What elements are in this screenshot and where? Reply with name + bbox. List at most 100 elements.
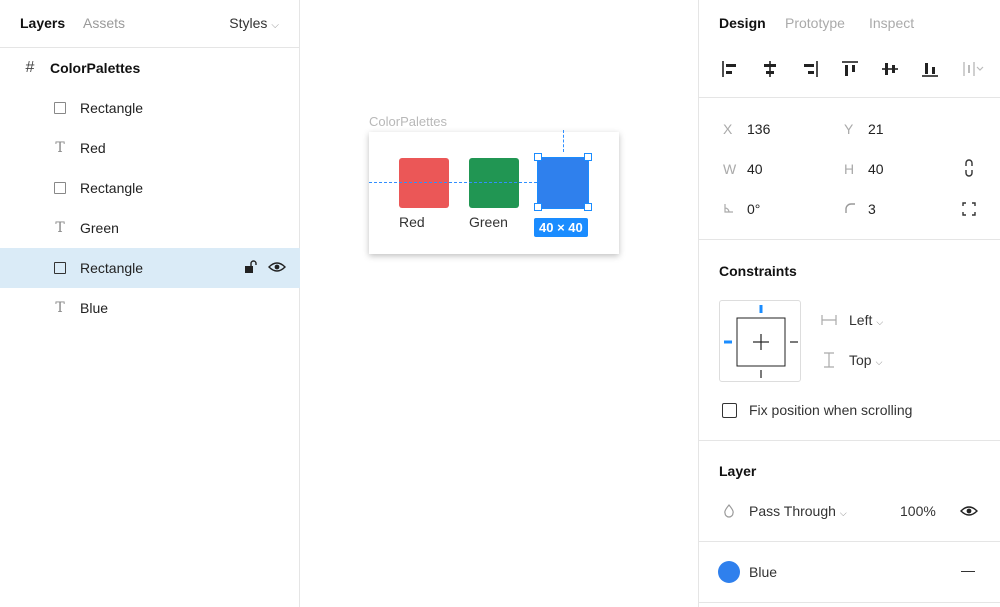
- tab-design[interactable]: Design: [719, 15, 766, 31]
- resize-handle-tl[interactable]: [534, 153, 542, 161]
- horizontal-guide: [369, 182, 537, 183]
- layer-label: Blue: [80, 300, 109, 316]
- w-value: 40: [747, 161, 763, 177]
- layer-label: Red: [80, 140, 106, 156]
- layer-row-root[interactable]: # ColorPalettes: [0, 48, 300, 88]
- text-icon: T: [55, 220, 65, 236]
- rotation-value: 0°: [747, 201, 761, 217]
- vertical-constraint-value: Top: [849, 352, 872, 368]
- layer-row[interactable]: Rectangle: [0, 168, 300, 208]
- align-right-icon[interactable]: [799, 58, 821, 80]
- align-horizontal-center-icon[interactable]: [759, 58, 781, 80]
- rotation-field[interactable]: 0°: [723, 201, 760, 217]
- vertical-guide: [563, 130, 564, 152]
- tab-inspect[interactable]: Inspect: [869, 15, 914, 31]
- height-field[interactable]: H 40: [844, 161, 884, 177]
- text-icon: T: [55, 140, 65, 156]
- fix-position-label: Fix position when scrolling: [749, 402, 913, 418]
- h-label: H: [844, 161, 855, 177]
- left-panel-tabs: Layers Assets Styles ⌵: [0, 0, 299, 48]
- layer-row-tools: [244, 260, 286, 274]
- red-label[interactable]: Red: [399, 214, 425, 230]
- selection-dimensions: 40 × 40: [534, 218, 588, 237]
- layer-label-root: ColorPalettes: [50, 60, 141, 76]
- align-vertical-center-icon[interactable]: [879, 58, 901, 80]
- rectangle-icon: [52, 180, 68, 196]
- radius-value: 3: [868, 201, 876, 217]
- y-field[interactable]: Y 21: [844, 121, 884, 137]
- constraints-title: Constraints: [719, 263, 797, 279]
- corner-radius-icon: [844, 201, 868, 217]
- align-bottom-icon[interactable]: [919, 58, 941, 80]
- y-label: Y: [844, 121, 854, 137]
- app-window: Layers Assets Styles ⌵ # ColorPalettes Re…: [0, 0, 1000, 607]
- constraints-widget[interactable]: [719, 300, 801, 382]
- fix-position-checkbox[interactable]: [722, 403, 737, 418]
- selection-box[interactable]: [537, 157, 589, 209]
- chevron-down-icon: ⌵: [839, 508, 847, 518]
- position-section: X 136 Y 21 W 40 H 40 0° 3: [699, 98, 1000, 240]
- layer-row[interactable]: T Blue: [0, 288, 300, 328]
- x-field[interactable]: X 136: [723, 121, 770, 137]
- resize-handle-bl[interactable]: [534, 203, 542, 211]
- green-swatch[interactable]: [469, 158, 519, 208]
- unlock-icon[interactable]: [244, 260, 258, 274]
- tab-prototype[interactable]: Prototype: [785, 15, 845, 31]
- layer-row[interactable]: T Green: [0, 208, 300, 248]
- vertical-constraint-icon: [824, 352, 834, 368]
- horizontal-constraint-icon: [821, 315, 837, 325]
- layer-row[interactable]: Rectangle: [0, 88, 300, 128]
- color-palettes-frame[interactable]: Red Green 40 × 40: [369, 130, 619, 254]
- resize-handle-br[interactable]: [584, 203, 592, 211]
- rectangle-icon: [52, 260, 68, 276]
- align-left-icon[interactable]: [719, 58, 741, 80]
- canvas[interactable]: ColorPalettes Red Green 40 × 40: [301, 0, 698, 607]
- remove-fill-icon[interactable]: [961, 571, 975, 572]
- layer-label: Rectangle: [80, 180, 144, 196]
- constrain-proportions-icon[interactable]: [963, 158, 975, 178]
- layer-row-selected[interactable]: Rectangle: [0, 248, 300, 288]
- horizontal-constraint-value: Left: [849, 312, 873, 328]
- layer-section: Layer Pass Through ⌵ 100%: [699, 441, 1000, 542]
- resize-handle-tr[interactable]: [584, 153, 592, 161]
- tab-layers[interactable]: Layers: [20, 15, 65, 31]
- text-icon: T: [55, 300, 65, 316]
- properties-panel: Design Prototype Inspect X 136 Y 21 W 40 H4…: [698, 0, 1000, 607]
- vertical-constraint-dropdown[interactable]: Top ⌵: [849, 352, 882, 368]
- green-label[interactable]: Green: [469, 214, 508, 230]
- layers-panel: Layers Assets Styles ⌵ # ColorPalettes Re…: [0, 0, 300, 607]
- eye-icon[interactable]: [268, 261, 286, 273]
- blend-mode-dropdown[interactable]: Pass Through ⌵: [749, 503, 847, 519]
- chevron-down-icon: ⌵: [875, 357, 883, 367]
- layer-label: Rectangle: [80, 100, 144, 116]
- alignment-toolbar: [719, 58, 987, 80]
- eye-icon[interactable]: [960, 505, 978, 517]
- fill-color-swatch[interactable]: [718, 561, 740, 583]
- frame-hash-icon: #: [25, 59, 35, 76]
- w-label: W: [723, 161, 737, 177]
- design-header: Design Prototype Inspect: [699, 0, 1000, 98]
- layer-label: Green: [80, 220, 119, 236]
- tab-assets[interactable]: Assets: [83, 15, 125, 31]
- layer-row[interactable]: T Red: [0, 128, 300, 168]
- corner-radius-field[interactable]: 3: [844, 201, 876, 217]
- opacity-value[interactable]: 100%: [900, 503, 936, 519]
- x-label: X: [723, 121, 733, 137]
- chevron-down-icon: ⌵: [876, 317, 884, 327]
- independent-corners-icon[interactable]: [962, 202, 976, 216]
- styles-dropdown[interactable]: Styles ⌵: [229, 15, 279, 31]
- y-value: 21: [868, 121, 884, 137]
- horizontal-constraint-dropdown[interactable]: Left ⌵: [849, 312, 883, 328]
- blend-mode-value: Pass Through: [749, 503, 836, 519]
- align-top-icon[interactable]: [839, 58, 861, 80]
- distribute-dropdown-icon[interactable]: [959, 58, 987, 80]
- styles-label: Styles: [229, 15, 268, 31]
- fill-name[interactable]: Blue: [749, 564, 777, 580]
- rectangle-icon: [52, 100, 68, 116]
- red-swatch[interactable]: [399, 158, 449, 208]
- width-field[interactable]: W 40: [723, 161, 763, 177]
- fill-section: Blue: [699, 542, 1000, 603]
- blend-mode-icon: [724, 504, 734, 518]
- layer-title: Layer: [719, 463, 757, 479]
- frame-label[interactable]: ColorPalettes: [369, 114, 447, 129]
